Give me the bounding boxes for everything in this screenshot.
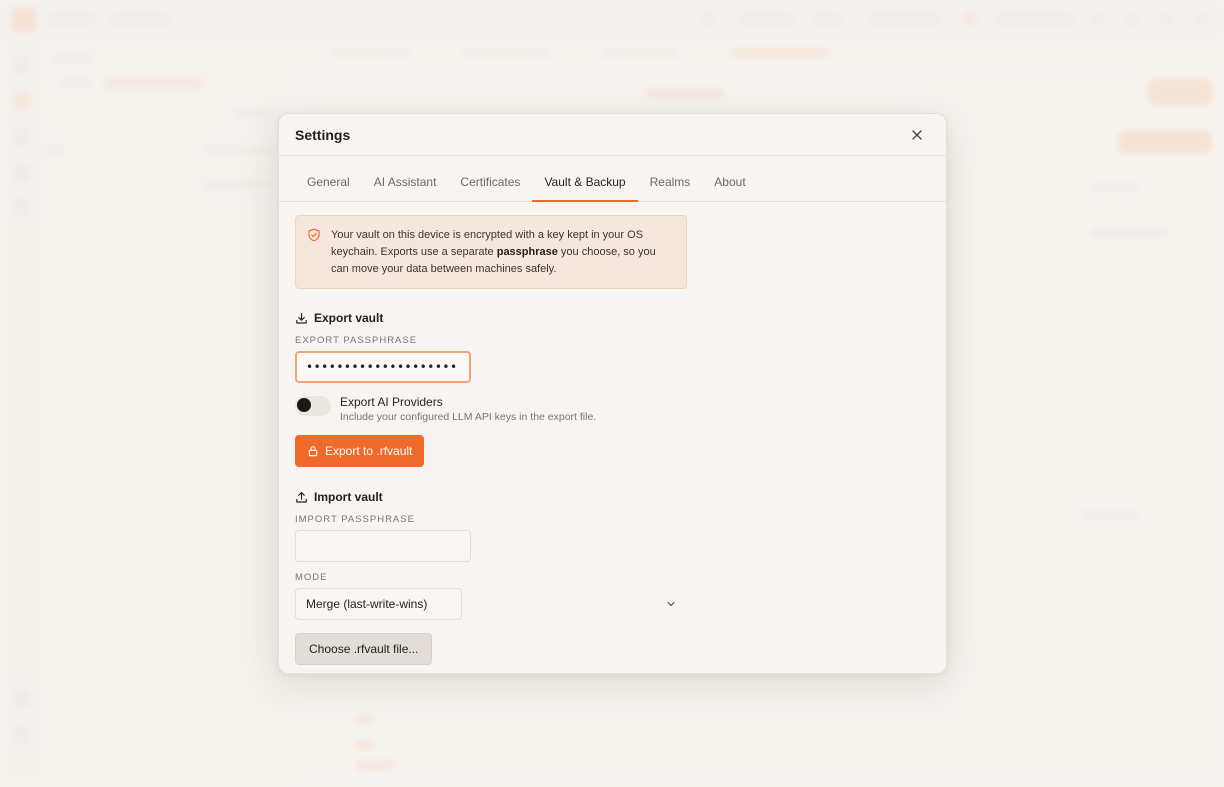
vault-backup-panel: Your vault on this device is encrypted w… <box>279 202 946 665</box>
tab-realms[interactable]: Realms <box>638 175 703 202</box>
download-icon <box>296 312 307 324</box>
import-vault-title: Import vault <box>314 490 383 504</box>
tab-vault-backup[interactable]: Vault & Backup <box>532 175 638 202</box>
export-ai-providers-title: Export AI Providers <box>340 395 443 409</box>
encryption-info-text: Your vault on this device is encrypted w… <box>331 227 672 288</box>
chevron-down-icon <box>667 601 675 607</box>
export-ai-providers-toggle[interactable] <box>295 396 331 416</box>
export-button[interactable]: Export to .rfvault <box>295 435 425 467</box>
export-passphrase-label: Export passphrase <box>295 335 418 346</box>
info-text-bold: passphrase <box>496 246 558 258</box>
mode-select[interactable]: Merge (last-write-wins) <box>295 588 687 620</box>
export-passphrase-input[interactable]: •••••••••••••••••••• <box>295 351 471 383</box>
tab-about[interactable]: About <box>702 175 757 202</box>
close-button[interactable] <box>906 124 928 146</box>
tab-ai-assistant[interactable]: AI Assistant <box>362 175 449 202</box>
settings-tabs: General AI Assistant Certificates Vault … <box>279 156 946 202</box>
dialog-title: Settings <box>295 126 351 143</box>
close-icon <box>912 129 922 140</box>
dialog-header: Settings <box>279 114 946 156</box>
import-vault-heading: Import vault <box>295 490 930 504</box>
export-vault-title: Export vault <box>314 311 384 325</box>
toggle-text: Export AI Providers Include your configu… <box>340 394 596 425</box>
export-ai-providers-subtitle: Include your configured LLM API keys in … <box>340 411 597 423</box>
shield-check-icon <box>308 228 320 242</box>
import-passphrase-label: Import passphrase <box>295 514 415 525</box>
mode-label: Mode <box>295 572 328 583</box>
settings-dialog: Settings General AI Assistant Certificat… <box>278 113 947 674</box>
export-vault-heading: Export vault <box>295 311 930 325</box>
toggle-knob <box>297 398 311 412</box>
tab-general[interactable]: General <box>295 175 362 202</box>
export-button-label: Export to .rfvault <box>325 444 413 458</box>
lock-icon <box>308 446 318 457</box>
mode-select-value: Merge (last-write-wins) <box>306 597 428 611</box>
export-ai-providers-row: Export AI Providers Include your configu… <box>295 394 930 425</box>
encryption-info-box: Your vault on this device is encrypted w… <box>295 215 687 289</box>
import-passphrase-input[interactable] <box>295 530 471 562</box>
upload-icon <box>296 491 307 503</box>
choose-file-button[interactable]: Choose .rfvault file... <box>295 633 433 665</box>
tab-certificates[interactable]: Certificates <box>448 175 532 202</box>
